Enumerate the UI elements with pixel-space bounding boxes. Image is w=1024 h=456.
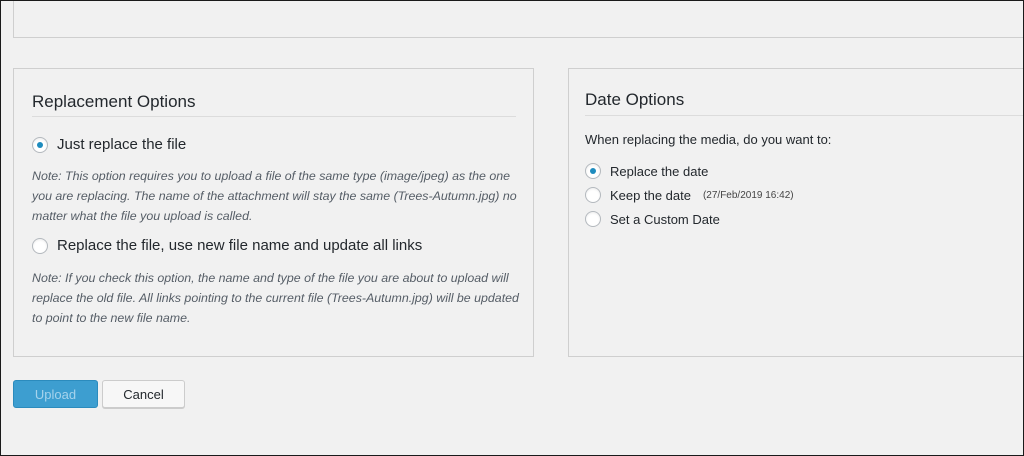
date-options-title: Date Options <box>585 90 685 109</box>
radio-just-replace[interactable] <box>32 136 48 153</box>
radio-replace-update-links[interactable] <box>32 237 48 254</box>
upload-panel <box>13 0 1024 38</box>
option-custom-date[interactable]: Set a Custom Date <box>585 211 720 227</box>
option-replace-update-links[interactable]: Replace the file, use new file name and … <box>32 237 422 254</box>
option-just-replace[interactable]: Just replace the file <box>32 136 186 153</box>
option-replace-date-label: Replace the date <box>610 163 709 179</box>
option-keep-date[interactable]: Keep the date (27/Feb/2019 16:42) <box>585 187 794 203</box>
radio-custom-date[interactable] <box>585 211 601 227</box>
panel-top-strip <box>38 0 338 1</box>
date-options-intro: When replacing the media, do you want to… <box>585 132 832 147</box>
option-just-replace-label: Just replace the file <box>57 136 187 153</box>
replacement-options-panel: Replacement Options Just replace the fil… <box>13 68 534 357</box>
option-custom-date-label: Set a Custom Date <box>610 211 720 227</box>
divider <box>585 115 1024 116</box>
radio-keep-date[interactable] <box>585 187 601 203</box>
radio-replace-date[interactable] <box>585 163 601 179</box>
replacement-options-title: Replacement Options <box>32 92 196 111</box>
note-replace-update-links: Note: If you check this option, the name… <box>32 271 519 325</box>
current-date-meta: (27/Feb/2019 16:42) <box>702 189 794 201</box>
upload-button[interactable]: Upload <box>13 380 98 408</box>
panel-top-strip <box>359 0 659 1</box>
option-replace-date[interactable]: Replace the date <box>585 163 708 179</box>
cancel-button[interactable]: Cancel <box>102 380 185 408</box>
divider <box>32 116 516 117</box>
option-replace-update-links-label: Replace the file, use new file name and … <box>57 237 423 254</box>
date-options-panel: Date Options When replacing the media, d… <box>568 68 1024 357</box>
note-just-replace: Note: This option requires you to upload… <box>32 169 517 223</box>
option-keep-date-label: Keep the date <box>610 187 691 203</box>
